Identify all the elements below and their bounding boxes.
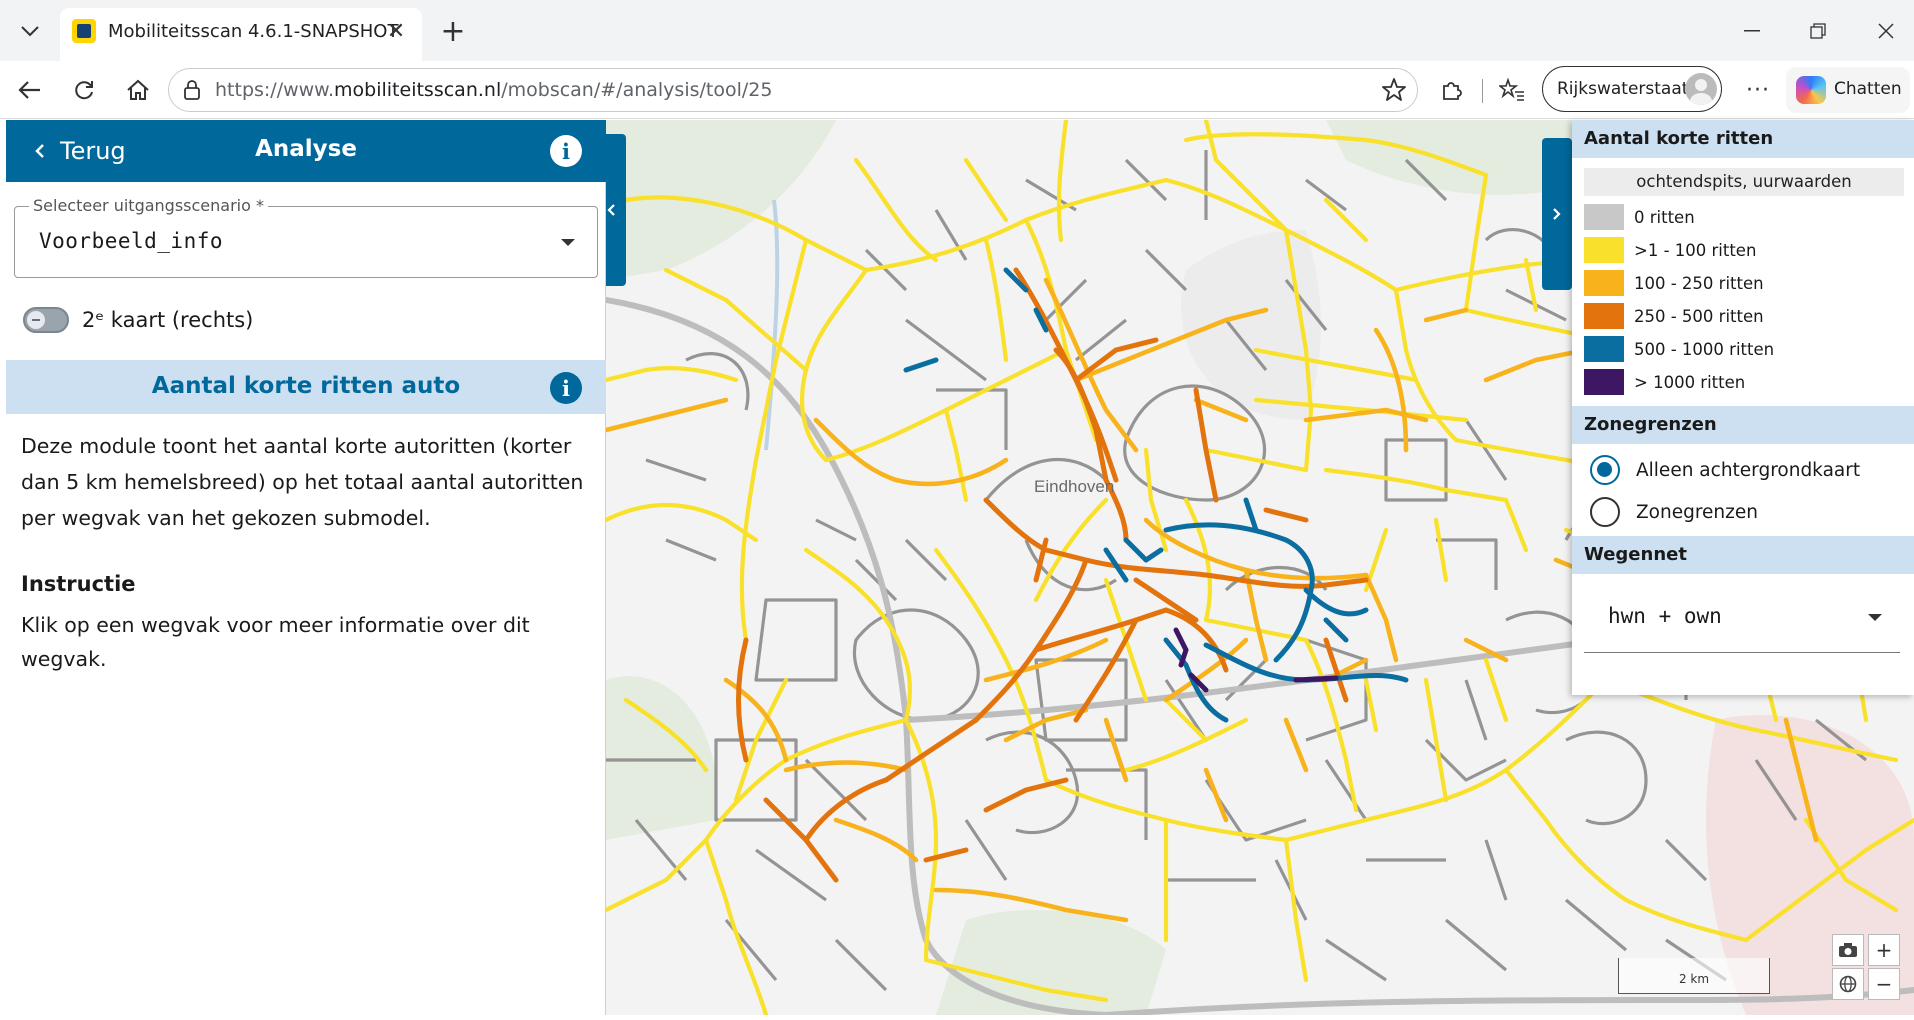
scale-bar: 2 km bbox=[1618, 958, 1770, 994]
dropdown-caret-icon[interactable] bbox=[1868, 614, 1882, 621]
url-host: mobiliteitsscan.nl bbox=[334, 79, 502, 101]
module-title: Aantal korte ritten auto bbox=[151, 373, 461, 399]
collapse-legend-tab[interactable] bbox=[1542, 138, 1572, 290]
radio-unselected-icon[interactable] bbox=[1590, 497, 1620, 527]
legend-swatch bbox=[1584, 204, 1624, 230]
scale-label: 2 km bbox=[1678, 972, 1710, 986]
analysis-sidebar: Terug Analyse i Selecteer uitgangsscenar… bbox=[6, 120, 606, 1015]
zone-option-background[interactable]: Alleen achtergrondkaart bbox=[1590, 454, 1860, 486]
favorites-list-icon[interactable] bbox=[1492, 71, 1532, 109]
legend-item-label: 500 - 1000 ritten bbox=[1634, 339, 1775, 359]
address-bar[interactable]: https://www.mobiliteitsscan.nl/mobscan/#… bbox=[168, 68, 1418, 112]
globe-icon[interactable] bbox=[1832, 968, 1864, 1000]
module-description: Deze module toont het aantal korte autor… bbox=[21, 434, 584, 530]
tab-close-icon[interactable]: ✕ bbox=[382, 17, 410, 45]
home-icon[interactable] bbox=[118, 71, 158, 109]
zone-option-label: Alleen achtergrondkaart bbox=[1636, 459, 1861, 481]
second-map-toggle[interactable] bbox=[23, 307, 69, 333]
network-select-underline bbox=[1584, 652, 1900, 653]
legend-item-label: 0 ritten bbox=[1634, 207, 1695, 227]
zone-section-title: Zonegrenzen bbox=[1572, 406, 1914, 444]
legend-swatch bbox=[1584, 270, 1624, 296]
tab-list-chevron-icon[interactable] bbox=[10, 14, 50, 48]
instruction-title: Instructie bbox=[21, 572, 136, 596]
minimize-icon[interactable] bbox=[1732, 14, 1772, 48]
legend-swatch bbox=[1584, 336, 1624, 362]
copilot-icon bbox=[1796, 76, 1826, 104]
dropdown-caret-icon bbox=[561, 239, 575, 246]
app-area: Terug Analyse i Selecteer uitgangsscenar… bbox=[0, 120, 1914, 1020]
window-close-icon[interactable] bbox=[1866, 14, 1906, 48]
copilot-chat-button[interactable]: Chatten bbox=[1786, 67, 1910, 113]
browser-tab-bar: Mobiliteitsscan 4.6.1-SNAPSHOT ✕ + bbox=[0, 0, 1914, 61]
legend-swatch bbox=[1584, 369, 1624, 395]
network-section-title: Wegennet bbox=[1572, 536, 1914, 574]
url-path: /mobscan/#/analysis/tool/25 bbox=[501, 79, 773, 101]
scenario-field-label: Selecteer uitgangsscenario * bbox=[29, 196, 268, 215]
sidebar-header: Terug Analyse i bbox=[6, 120, 606, 182]
legend-swatch bbox=[1584, 303, 1624, 329]
tab-title: Mobiliteitsscan 4.6.1-SNAPSHOT bbox=[108, 21, 399, 42]
chevron-left-icon bbox=[607, 204, 615, 216]
legend-item-label: 250 - 500 ritten bbox=[1634, 306, 1764, 326]
extensions-puzzle-icon[interactable] bbox=[1432, 71, 1472, 109]
radio-selected-icon[interactable] bbox=[1590, 455, 1620, 485]
legend-item: 0 ritten bbox=[1584, 204, 1695, 230]
back-arrow-icon[interactable] bbox=[10, 71, 50, 109]
chevron-right-icon bbox=[1553, 208, 1561, 220]
legend-item-label: 100 - 250 ritten bbox=[1634, 273, 1764, 293]
restore-icon[interactable] bbox=[1798, 14, 1838, 48]
url-prefix: https://www. bbox=[215, 79, 335, 101]
network-select[interactable]: hwn + own bbox=[1608, 604, 1722, 628]
toolbar-divider bbox=[1482, 79, 1483, 103]
site-info-lock-icon[interactable] bbox=[181, 79, 203, 105]
new-tab-plus-icon[interactable]: + bbox=[434, 12, 472, 50]
instruction-text: Klik op een wegvak voor meer informatie … bbox=[21, 613, 530, 671]
scenario-selected-value: Voorbeeld_info bbox=[39, 229, 224, 253]
profile-button[interactable]: Rijkswaterstaat bbox=[1542, 66, 1722, 112]
legend-title: Aantal korte ritten bbox=[1572, 120, 1914, 158]
zoom-out-icon[interactable]: − bbox=[1868, 968, 1900, 1000]
city-label: Eindhoven bbox=[1034, 477, 1114, 496]
legend-item-label: >1 - 100 ritten bbox=[1634, 240, 1757, 260]
second-map-toggle-label: 2ᵉ kaart (rechts) bbox=[82, 308, 254, 332]
toggle-knob bbox=[27, 311, 45, 329]
site-favicon-icon bbox=[72, 19, 96, 43]
info-icon[interactable]: i bbox=[550, 135, 582, 167]
zone-option-label: Zonegrenzen bbox=[1636, 501, 1758, 523]
profile-name: Rijkswaterstaat bbox=[1557, 79, 1689, 99]
zoom-in-icon[interactable]: + bbox=[1868, 934, 1900, 966]
legend-item: > 1000 ritten bbox=[1584, 369, 1745, 395]
module-header: Aantal korte ritten auto i bbox=[6, 360, 606, 414]
module-info-icon[interactable]: i bbox=[550, 372, 582, 404]
favorite-star-icon[interactable] bbox=[1381, 77, 1407, 107]
url-text: https://www.mobiliteitsscan.nl/mobscan/#… bbox=[215, 79, 772, 101]
profile-avatar-icon bbox=[1685, 73, 1717, 105]
legend-panel: Aantal korte ritten ochtendspits, uurwaa… bbox=[1572, 120, 1914, 695]
legend-item: 250 - 500 ritten bbox=[1584, 303, 1764, 329]
reload-icon[interactable] bbox=[64, 71, 104, 109]
browser-toolbar: https://www.mobiliteitsscan.nl/mobscan/#… bbox=[0, 61, 1914, 119]
zone-option-zones[interactable]: Zonegrenzen bbox=[1590, 496, 1758, 528]
legend-item: >1 - 100 ritten bbox=[1584, 237, 1756, 263]
legend-item-label: > 1000 ritten bbox=[1634, 372, 1746, 392]
more-menu-icon[interactable]: ··· bbox=[1738, 71, 1778, 109]
page-title: Analyse bbox=[255, 136, 357, 162]
legend-period: ochtendspits, uurwaarden bbox=[1584, 168, 1904, 196]
copilot-label: Chatten bbox=[1834, 79, 1902, 99]
camera-icon[interactable] bbox=[1832, 934, 1864, 966]
legend-item: 100 - 250 ritten bbox=[1584, 270, 1764, 296]
legend-item: 500 - 1000 ritten bbox=[1584, 336, 1774, 362]
scenario-select[interactable]: Selecteer uitgangsscenario * Voorbeeld_i… bbox=[14, 196, 598, 278]
collapse-sidebar-tab[interactable] bbox=[606, 134, 626, 286]
browser-tab-active[interactable]: Mobiliteitsscan 4.6.1-SNAPSHOT ✕ bbox=[60, 8, 422, 61]
legend-swatch bbox=[1584, 237, 1624, 263]
